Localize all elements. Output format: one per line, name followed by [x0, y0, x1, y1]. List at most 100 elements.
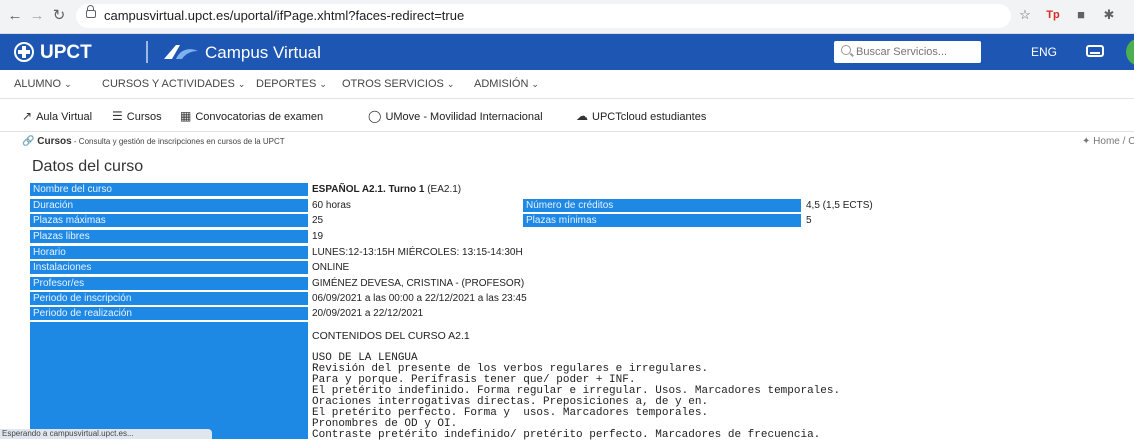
course-name: ESPAÑOL A2.1. Turno 1: [312, 184, 425, 195]
field-label: Profesor/es: [30, 277, 308, 290]
table-row: Plazas máximas 25 Plazas mínimas 5: [30, 214, 1134, 227]
nav-item-cursos-actividades[interactable]: CURSOS Y ACTIVIDADES ⌄: [102, 78, 245, 90]
nav-item-admision[interactable]: ADMISIÓN ⌄: [474, 78, 539, 90]
table-row: Periodo de realización 20/09/2021 a 22/1…: [30, 307, 1134, 320]
courses-icon: ☰: [112, 109, 123, 123]
upct-logo-icon[interactable]: [14, 42, 34, 62]
cloud-icon: ☁: [576, 109, 588, 123]
contents-title: CONTENIDOS DEL CURSO A2.1: [312, 330, 470, 342]
header-divider: [146, 41, 148, 63]
site-header: UPCT Campus Virtual ENG: [0, 34, 1134, 70]
course-code: (EA2.1): [424, 184, 462, 195]
campus-virtual-logo-icon: [164, 45, 198, 59]
field-value: ESPAÑOL A2.1. Turno 1 (EA2.1): [312, 183, 461, 196]
brand-name[interactable]: UPCT: [40, 42, 92, 64]
quick-link-cursos[interactable]: ☰ Cursos: [112, 109, 162, 123]
field-value: 20/09/2021 a 22/12/2021: [312, 308, 424, 319]
table-row: Plazas libres 19: [30, 230, 1134, 243]
quick-link-aula-virtual[interactable]: ↗ Aula Virtual: [22, 109, 92, 123]
puzzle-icon[interactable]: ✱: [1100, 6, 1118, 24]
globe-icon: ◯: [368, 109, 382, 123]
browser-status-bar: Esperando a campusvirtual.upct.es...: [0, 429, 212, 439]
url-text[interactable]: campusvirtual.upct.es/uportal/ifPage.xht…: [104, 8, 464, 23]
address-bar[interactable]: campusvirtual.upct.es/uportal/ifPage.xht…: [76, 4, 1011, 28]
field-value: 5: [806, 215, 812, 226]
table-row: Instalaciones ONLINE: [30, 261, 1134, 274]
field-label: Periodo de realización: [30, 307, 308, 320]
quick-link-upctcloud[interactable]: ☁ UPCTcloud estudiantes: [576, 109, 706, 123]
table-row: Profesor/es GIMÉNEZ DEVESA, CRISTINA - (…: [30, 277, 1134, 290]
calendar-icon: ▦: [180, 109, 192, 123]
quick-link-convocatorias[interactable]: ▦ Convocatorias de examen: [180, 109, 323, 123]
nav-item-label: DEPORTES: [256, 78, 317, 90]
table-row: Periodo de inscripción 06/09/2021 a las …: [30, 292, 1134, 305]
main-nav: ALUMNO ⌄ CURSOS Y ACTIVIDADES ⌄ DEPORTES ⌄ …: [0, 70, 1134, 99]
nav-item-deportes[interactable]: DEPORTES ⌄: [256, 78, 327, 90]
chevron-down-icon: ⌄: [237, 79, 246, 89]
contents-label-cell: [30, 322, 308, 439]
contents-line: Contraste pretérito indefinido/ pretérit…: [312, 429, 821, 441]
nav-item-label: CURSOS Y ACTIVIDADES: [102, 78, 235, 90]
nav-item-label: OTROS SERVICIOS: [342, 78, 444, 90]
field-value: 19: [312, 231, 324, 242]
field-value: LUNES:12-13:15H MIÉRCOLES: 13:15-14:30H: [312, 247, 523, 258]
quick-link-label: Cursos: [126, 111, 162, 123]
field-label: Plazas libres: [30, 230, 308, 243]
breadcrumb-section[interactable]: Cursos: [37, 136, 71, 147]
page-title: Datos del curso: [32, 158, 144, 175]
browser-toolbar: ← → ↻ campusvirtual.upct.es/uportal/ifPa…: [0, 0, 1134, 34]
chevron-down-icon: ⌄: [446, 79, 455, 89]
field-value: GIMÉNEZ DEVESA, CRISTINA - (PROFESOR): [312, 278, 525, 289]
link-icon: 🔗: [22, 136, 35, 147]
language-toggle[interactable]: ENG: [1031, 45, 1057, 59]
chevron-down-icon: ⌄: [531, 79, 539, 89]
field-label: Nombre del curso: [30, 183, 308, 196]
home-label: Home: [1093, 136, 1120, 147]
quick-link-label: UMove - Movilidad Internacional: [385, 111, 543, 123]
chevron-down-icon: ⌄: [64, 79, 72, 89]
table-row: Duración 60 horas Número de créditos 4,5…: [30, 199, 1134, 212]
quick-link-label: Aula Virtual: [36, 111, 93, 123]
back-arrow-icon[interactable]: ←: [6, 7, 24, 25]
nav-item-label: ADMISIÓN: [474, 78, 529, 90]
home-link[interactable]: ✦ Home / Cu: [1082, 136, 1134, 147]
quick-link-label: Convocatorias de examen: [195, 111, 324, 123]
table-row: Horario LUNES:12-13:15H MIÉRCOLES: 13:15…: [30, 246, 1134, 259]
external-window-icon: ↗: [22, 109, 33, 123]
bookmark-star-icon[interactable]: ☆: [1016, 6, 1034, 24]
field-label: Instalaciones: [30, 261, 308, 274]
extension-icon-2[interactable]: ■: [1072, 6, 1090, 24]
field-label: Duración: [30, 199, 308, 212]
breadcrumb-next: / Cu: [1122, 136, 1134, 147]
forward-arrow-icon[interactable]: →: [28, 7, 46, 25]
search-box[interactable]: [834, 41, 981, 63]
field-label: Horario: [30, 246, 308, 259]
field-label: Periodo de inscripción: [30, 292, 308, 305]
field-value: 06/09/2021 a las 00:00 a 22/12/2021 a la…: [312, 293, 527, 304]
search-icon: [841, 45, 851, 55]
field-label: Plazas máximas: [30, 214, 308, 227]
extension-icon[interactable]: Tp: [1044, 6, 1062, 24]
nav-item-otros-servicios[interactable]: OTROS SERVICIOS ⌄: [342, 78, 454, 90]
avatar[interactable]: [1126, 38, 1134, 66]
search-input[interactable]: [856, 44, 976, 60]
breadcrumb-description: - Consulta y gestión de inscripciones en…: [71, 137, 285, 146]
nav-item-label: ALUMNO: [14, 78, 62, 90]
home-icon: ✦: [1082, 136, 1091, 147]
field-label: Número de créditos: [523, 199, 801, 212]
reload-icon[interactable]: ↻: [50, 7, 68, 25]
inbox-icon[interactable]: [1086, 45, 1104, 57]
quick-links-bar: ↗ Aula Virtual ☰ Cursos ▦ Convocatorias de …: [0, 99, 1134, 132]
field-value: ONLINE: [312, 262, 350, 273]
field-value: 4,5 (1,5 ECTS): [806, 200, 873, 211]
chevron-down-icon: ⌄: [319, 79, 327, 89]
field-label: Plazas mínimas: [523, 214, 801, 227]
breadcrumb-text: 🔗 Cursos - Consulta y gestión de inscrip…: [22, 136, 285, 147]
app-title[interactable]: Campus Virtual: [205, 43, 321, 63]
quick-link-umove[interactable]: ◯ UMove - Movilidad Internacional: [368, 109, 543, 123]
nav-item-alumno[interactable]: ALUMNO ⌄: [14, 78, 72, 90]
field-value: 25: [312, 215, 324, 226]
table-row: Nombre del curso ESPAÑOL A2.1. Turno 1 (…: [30, 183, 1134, 196]
quick-link-label: UPCTcloud estudiantes: [592, 111, 707, 123]
field-value: 60 horas: [312, 200, 351, 211]
